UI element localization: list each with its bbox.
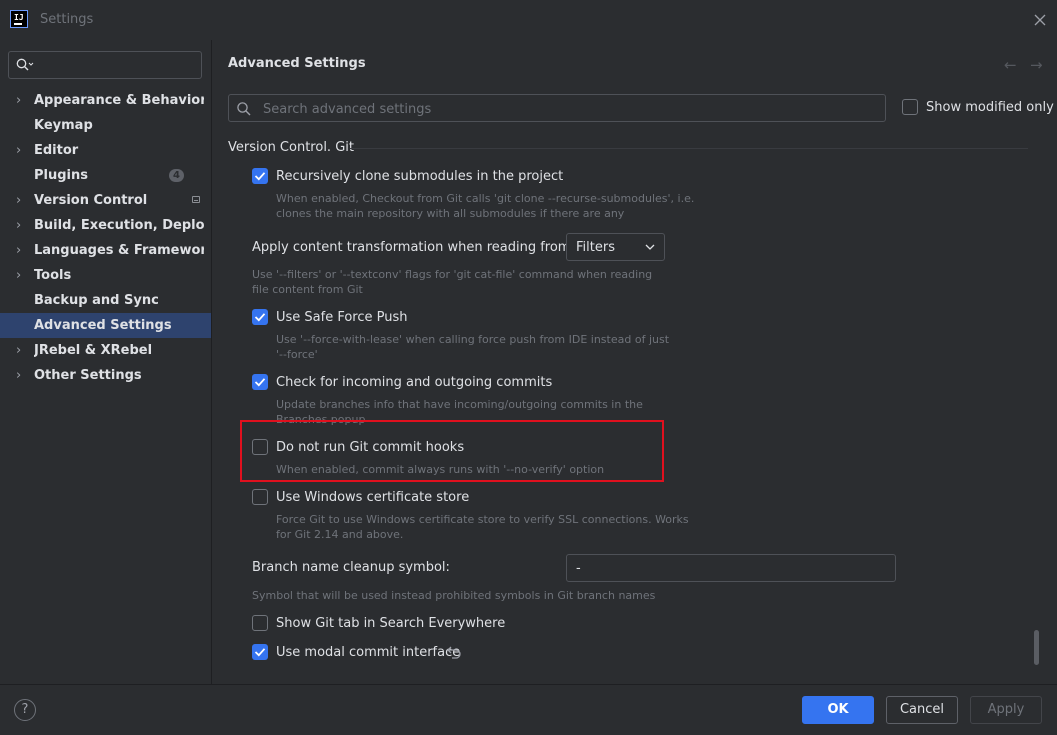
section-header: Version Control. Git bbox=[228, 140, 354, 155]
safe-force-push-description: Use '--force-with-lease' when calling fo… bbox=[276, 333, 670, 361]
safe-force-push-label: Use Safe Force Push bbox=[276, 310, 408, 325]
modal-commit-label: Use modal commit interface bbox=[276, 645, 461, 660]
modal-commit-checkbox[interactable] bbox=[252, 644, 268, 660]
page-title: Advanced Settings bbox=[228, 56, 366, 71]
sidebar-search-input[interactable] bbox=[8, 51, 202, 79]
sidebar-item-jrebel-xrebel[interactable]: › JRebel & XRebel bbox=[0, 338, 211, 363]
search-icon bbox=[237, 102, 251, 116]
recursive-clone-label: Recursively clone submodules in the proj… bbox=[276, 169, 564, 184]
content-transformation-description: Use '--filters' or '--textconv' flags fo… bbox=[252, 268, 653, 296]
chevron-down-icon bbox=[645, 244, 655, 250]
window-title: Settings bbox=[40, 12, 94, 27]
sidebar-item-advanced-settings[interactable]: Advanced Settings bbox=[0, 313, 211, 338]
chevron-right-icon: › bbox=[16, 343, 22, 358]
git-tab-search-checkbox[interactable] bbox=[252, 615, 268, 631]
settings-sidebar: › Appearance & Behavior Keymap › Editor … bbox=[0, 40, 212, 684]
search-icon bbox=[16, 58, 34, 71]
chevron-right-icon: › bbox=[16, 243, 22, 258]
branch-cleanup-field[interactable]: - bbox=[566, 554, 896, 582]
no-commit-hooks-checkbox[interactable] bbox=[252, 439, 268, 455]
sidebar-item-appearance-behavior[interactable]: › Appearance & Behavior bbox=[0, 88, 211, 113]
recursive-clone-description: When enabled, Checkout from Git calls 'g… bbox=[276, 192, 695, 220]
chevron-right-icon: › bbox=[16, 93, 22, 108]
windows-cert-label: Use Windows certificate store bbox=[276, 490, 470, 505]
show-modified-label: Show modified only bbox=[926, 100, 1054, 115]
sidebar-item-editor[interactable]: › Editor bbox=[0, 138, 211, 163]
plugins-update-badge: 4 bbox=[169, 169, 184, 182]
sidebar-item-backup-sync[interactable]: Backup and Sync bbox=[0, 288, 211, 313]
branch-cleanup-description: Symbol that will be used instead prohibi… bbox=[252, 589, 656, 602]
recursive-clone-checkbox[interactable] bbox=[252, 168, 268, 184]
chevron-right-icon: › bbox=[16, 268, 22, 283]
no-commit-hooks-label: Do not run Git commit hooks bbox=[276, 440, 465, 455]
chevron-right-icon: › bbox=[16, 218, 22, 233]
checkmark-icon bbox=[254, 378, 266, 387]
content-transformation-dropdown[interactable]: Filters bbox=[566, 233, 665, 261]
branch-cleanup-label: Branch name cleanup symbol: bbox=[252, 560, 450, 575]
dialog-footer: ? OK Cancel Apply bbox=[0, 684, 1057, 735]
sidebar-item-version-control[interactable]: › Version Control bbox=[0, 188, 211, 213]
show-modified-checkbox[interactable] bbox=[902, 99, 918, 115]
sidebar-item-languages-frameworks[interactable]: › Languages & Frameworks bbox=[0, 238, 211, 263]
windows-cert-checkbox[interactable] bbox=[252, 489, 268, 505]
checkmark-icon bbox=[254, 172, 266, 181]
chevron-right-icon: › bbox=[16, 143, 22, 158]
sidebar-item-plugins[interactable]: Plugins 4 bbox=[0, 163, 211, 188]
dropdown-value: Filters bbox=[576, 240, 615, 255]
chevron-right-icon: › bbox=[16, 193, 22, 208]
git-tab-search-label: Show Git tab in Search Everywhere bbox=[276, 616, 506, 631]
incoming-outgoing-checkbox[interactable] bbox=[252, 374, 268, 390]
sidebar-item-build-execution-deployment[interactable]: › Build, Execution, Deployment bbox=[0, 213, 211, 238]
chevron-right-icon: › bbox=[16, 368, 22, 383]
ok-button[interactable]: OK bbox=[802, 696, 874, 724]
forward-arrow-icon[interactable]: → bbox=[1030, 56, 1043, 74]
no-commit-hooks-description: When enabled, commit always runs with '-… bbox=[276, 463, 605, 476]
checkmark-icon bbox=[254, 648, 266, 657]
branch-cleanup-value: - bbox=[576, 561, 581, 576]
back-arrow-icon[interactable]: ← bbox=[1004, 56, 1017, 74]
close-icon[interactable] bbox=[1030, 10, 1050, 30]
safe-force-push-checkbox[interactable] bbox=[252, 309, 268, 325]
reset-default-icon[interactable] bbox=[446, 644, 462, 660]
incoming-outgoing-label: Check for incoming and outgoing commits bbox=[276, 375, 553, 390]
advanced-settings-search bbox=[228, 94, 886, 122]
apply-button[interactable]: Apply bbox=[970, 696, 1042, 724]
logo-text: IJ bbox=[14, 13, 24, 22]
cancel-button[interactable]: Cancel bbox=[886, 696, 958, 724]
intellij-logo-icon: IJ bbox=[10, 10, 28, 28]
project-level-icon bbox=[192, 196, 200, 203]
sidebar-item-keymap[interactable]: Keymap bbox=[0, 113, 211, 138]
settings-content: Advanced Settings ← → Show modified only… bbox=[212, 40, 1057, 684]
help-icon[interactable]: ? bbox=[14, 699, 36, 721]
checkmark-icon bbox=[254, 313, 266, 322]
content-transformation-label: Apply content transformation when readin… bbox=[252, 240, 598, 255]
title-bar: IJ Settings bbox=[0, 0, 1057, 40]
section-divider bbox=[350, 148, 1028, 149]
scrollbar-thumb[interactable] bbox=[1034, 630, 1039, 665]
sidebar-item-tools[interactable]: › Tools bbox=[0, 263, 211, 288]
search-input[interactable] bbox=[261, 99, 865, 119]
windows-cert-description: Force Git to use Windows certificate sto… bbox=[276, 513, 689, 541]
sidebar-item-other-settings[interactable]: › Other Settings bbox=[0, 363, 211, 388]
